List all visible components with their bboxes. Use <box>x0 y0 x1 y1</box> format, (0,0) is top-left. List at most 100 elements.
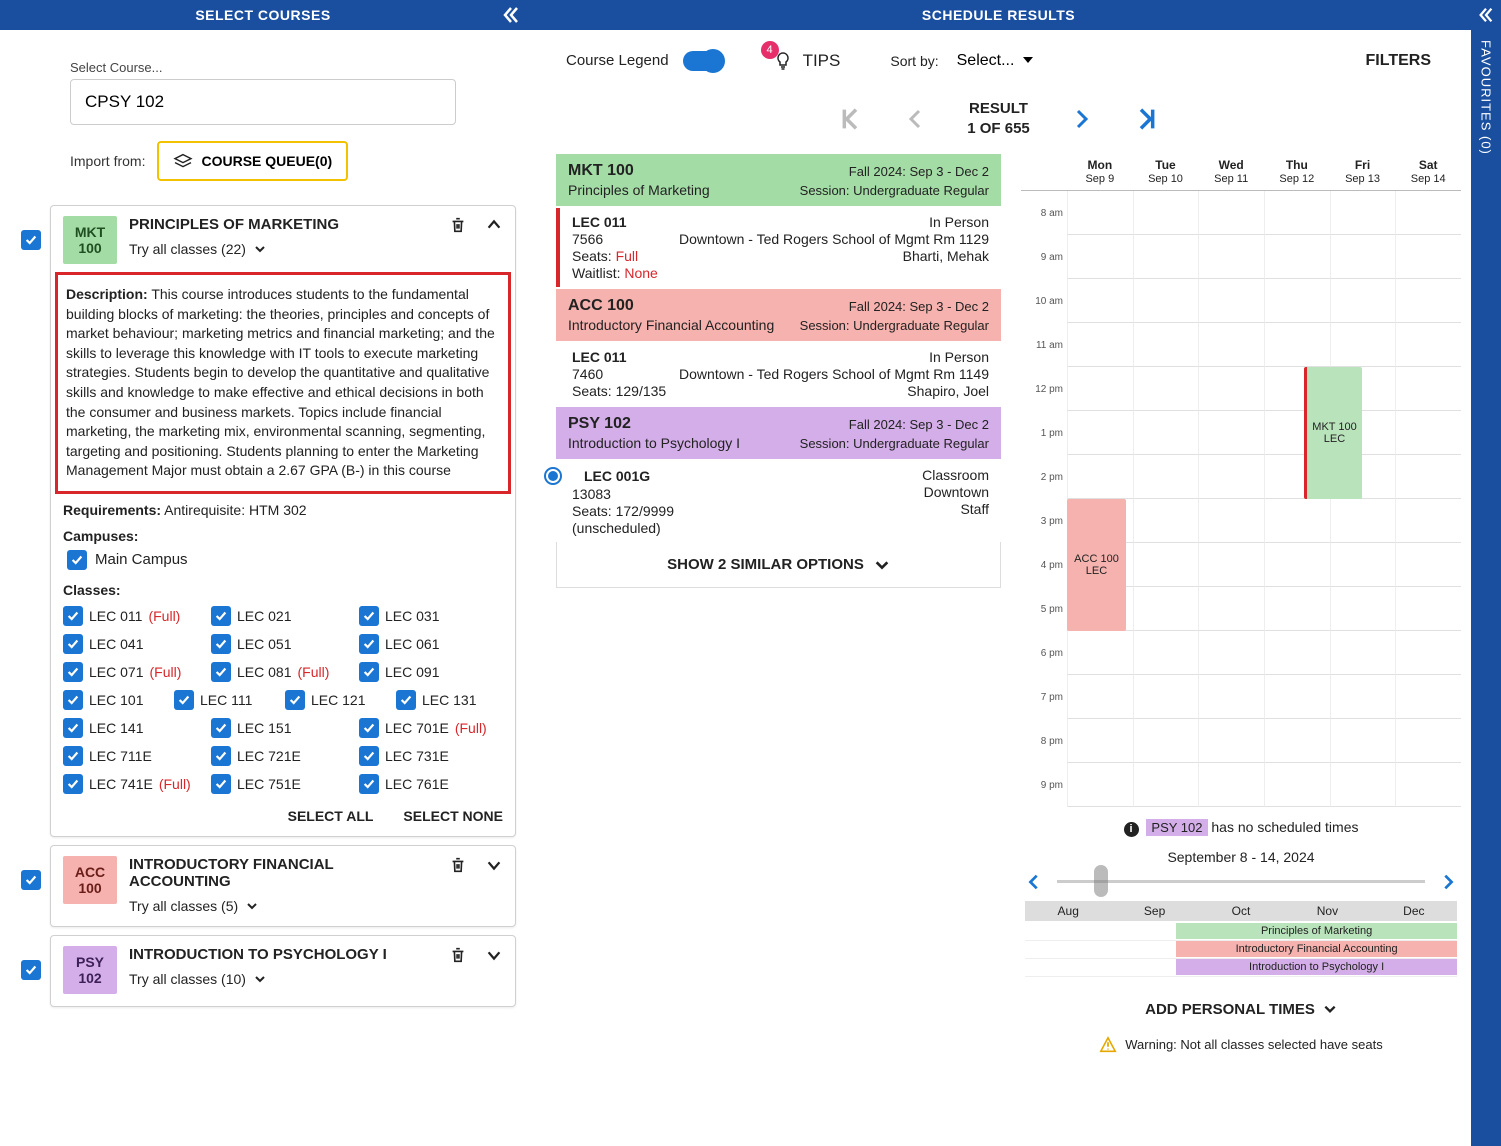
class-checkbox[interactable] <box>63 606 83 626</box>
warning-icon <box>1099 1036 1117 1054</box>
class-option[interactable]: LEC 731E <box>359 746 503 766</box>
tips-button[interactable]: 4 TIPS <box>773 51 841 71</box>
course-legend-toggle[interactable] <box>683 51 723 71</box>
section-header[interactable]: PSY 102Fall 2024: Sep 3 - Dec 2 Introduc… <box>556 407 1001 459</box>
select-courses-header: SELECT COURSES <box>0 0 526 30</box>
class-option[interactable]: LEC 721E <box>211 746 355 766</box>
class-checkbox[interactable] <box>359 746 379 766</box>
course-title: PRINCIPLES OF MARKETING <box>129 216 437 233</box>
class-option[interactable]: LEC 101 <box>63 690 170 710</box>
trash-icon[interactable] <box>449 946 467 964</box>
campus-checkbox[interactable] <box>67 550 87 570</box>
class-checkbox[interactable] <box>211 634 231 654</box>
class-checkbox[interactable] <box>63 690 83 710</box>
class-checkbox[interactable] <box>359 718 379 738</box>
sortby-select[interactable]: Select... <box>953 48 1035 73</box>
next-week-button[interactable] <box>1439 873 1457 891</box>
class-option[interactable]: LEC 061 <box>359 634 503 654</box>
course-queue-button[interactable]: COURSE QUEUE(0) <box>157 141 348 181</box>
calendar-event[interactable]: ACC 100LEC <box>1067 499 1126 631</box>
class-checkbox[interactable] <box>63 718 83 738</box>
class-checkbox[interactable] <box>63 662 83 682</box>
class-checkbox[interactable] <box>174 690 194 710</box>
trash-icon[interactable] <box>449 216 467 234</box>
section-body[interactable]: LEC 001G 13083 Seats: 172/9999 (unschedu… <box>556 461 1001 542</box>
class-option[interactable]: LEC 091 <box>359 662 503 682</box>
week-slider-thumb[interactable] <box>1094 865 1108 897</box>
filters-button[interactable]: FILTERS <box>1366 52 1431 70</box>
class-checkbox[interactable] <box>211 662 231 682</box>
week-slider[interactable] <box>1057 880 1425 883</box>
calendar-time-label: 8 pm <box>1021 719 1067 763</box>
chevron-down-icon[interactable] <box>485 856 503 874</box>
class-checkbox[interactable] <box>63 774 83 794</box>
add-personal-times-button[interactable]: ADD PERSONAL TIMES <box>1025 1001 1457 1018</box>
calendar-event[interactable]: MKT 100LEC <box>1304 367 1362 499</box>
section-radio[interactable] <box>544 467 562 485</box>
class-checkbox[interactable] <box>359 634 379 654</box>
last-result-button[interactable] <box>1134 105 1162 133</box>
prev-result-button[interactable] <box>903 105 927 133</box>
section-body[interactable]: LEC 011 7566 Seats: Full Waitlist: None … <box>556 208 1001 287</box>
section-body[interactable]: LEC 011 7460 Seats: 129/135 In Person Do… <box>556 343 1001 405</box>
collapse-left-button[interactable] <box>496 0 526 30</box>
class-checkbox[interactable] <box>359 774 379 794</box>
class-option[interactable]: LEC 131 <box>396 690 503 710</box>
course-include-checkbox[interactable] <box>21 870 41 890</box>
class-option[interactable]: LEC 071 (Full) <box>63 662 207 682</box>
layers-icon <box>173 153 193 169</box>
select-all-button[interactable]: SELECT ALL <box>288 808 374 824</box>
class-checkbox[interactable] <box>359 606 379 626</box>
section-header[interactable]: MKT 100Fall 2024: Sep 3 - Dec 2 Principl… <box>556 154 1001 206</box>
course-include-checkbox[interactable] <box>21 960 41 980</box>
class-option[interactable]: LEC 111 <box>174 690 281 710</box>
collapse-favourites-button[interactable] <box>1471 0 1501 30</box>
chevron-up-icon[interactable] <box>485 216 503 234</box>
class-option[interactable]: LEC 761E <box>359 774 503 794</box>
class-option[interactable]: LEC 141 <box>63 718 207 738</box>
course-search-input[interactable] <box>70 79 456 125</box>
class-option[interactable]: LEC 011 (Full) <box>63 606 207 626</box>
class-checkbox[interactable] <box>359 662 379 682</box>
class-option[interactable]: LEC 031 <box>359 606 503 626</box>
class-option[interactable]: LEC 081 (Full) <box>211 662 355 682</box>
select-none-button[interactable]: SELECT NONE <box>403 808 503 824</box>
class-checkbox[interactable] <box>211 718 231 738</box>
first-result-button[interactable] <box>835 105 863 133</box>
class-option[interactable]: LEC 741E (Full) <box>63 774 207 794</box>
info-icon: i <box>1124 822 1139 837</box>
try-all-classes-dropdown[interactable]: Try all classes (5) <box>129 898 437 914</box>
class-option[interactable]: LEC 041 <box>63 634 207 654</box>
try-all-classes-dropdown[interactable]: Try all classes (22) <box>129 241 437 257</box>
class-checkbox[interactable] <box>211 774 231 794</box>
class-checkbox[interactable] <box>211 746 231 766</box>
favourites-label[interactable]: FAVOURITES (0) <box>1479 40 1494 155</box>
class-option[interactable]: LEC 121 <box>285 690 392 710</box>
term-course-bar[interactable]: Introductory Financial Accounting <box>1176 941 1457 957</box>
prev-week-button[interactable] <box>1025 873 1043 891</box>
try-all-classes-dropdown[interactable]: Try all classes (10) <box>129 971 437 987</box>
calendar-grid[interactable]: 8 am9 am10 am11 am12 pm1 pm2 pm3 pm4 pm5… <box>1021 191 1461 807</box>
term-course-bar[interactable]: Principles of Marketing <box>1176 923 1457 939</box>
class-checkbox[interactable] <box>396 690 416 710</box>
section-header[interactable]: ACC 100Fall 2024: Sep 3 - Dec 2 Introduc… <box>556 289 1001 341</box>
show-similar-button[interactable]: SHOW 2 SIMILAR OPTIONS <box>556 542 1001 588</box>
campus-item[interactable]: Main Campus <box>67 550 503 570</box>
class-checkbox[interactable] <box>211 606 231 626</box>
course-queue-label: COURSE QUEUE(0) <box>201 153 332 169</box>
course-include-checkbox[interactable] <box>21 230 41 250</box>
calendar-time-label: 6 pm <box>1021 631 1067 675</box>
class-checkbox[interactable] <box>63 634 83 654</box>
class-checkbox[interactable] <box>285 690 305 710</box>
term-course-bar[interactable]: Introduction to Psychology I <box>1176 959 1457 975</box>
chevron-down-icon[interactable] <box>485 946 503 964</box>
next-result-button[interactable] <box>1070 105 1094 133</box>
class-option[interactable]: LEC 051 <box>211 634 355 654</box>
class-checkbox[interactable] <box>63 746 83 766</box>
class-option[interactable]: LEC 021 <box>211 606 355 626</box>
class-option[interactable]: LEC 751E <box>211 774 355 794</box>
class-option[interactable]: LEC 701E (Full) <box>359 718 503 738</box>
class-option[interactable]: LEC 711E <box>63 746 207 766</box>
class-option[interactable]: LEC 151 <box>211 718 355 738</box>
trash-icon[interactable] <box>449 856 467 874</box>
